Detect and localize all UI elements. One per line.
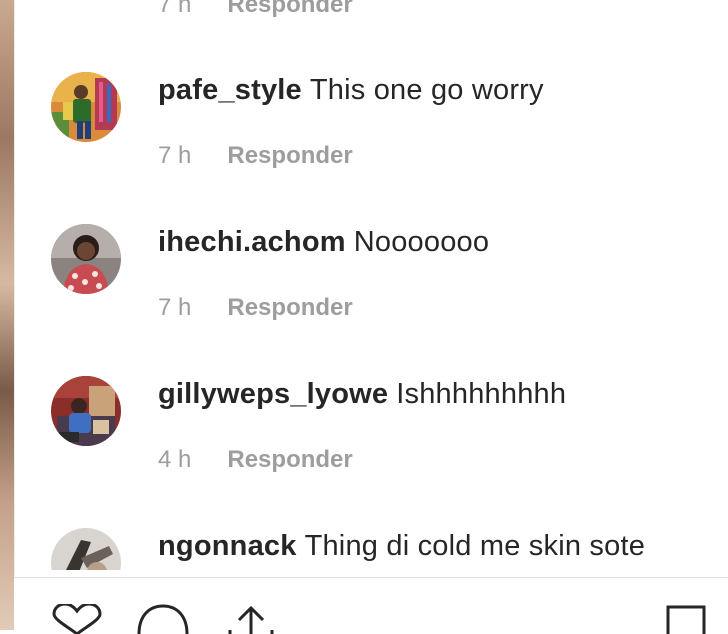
comment-text: gillyweps_lyowe Ishhhhhhhhh (158, 378, 566, 411)
post-image-edge (0, 0, 14, 630)
reply-button[interactable]: Responder (227, 142, 352, 170)
comment-time: 7 h (158, 294, 192, 321)
post-actions-bar (14, 577, 728, 634)
comment-username[interactable]: ngonnack (158, 530, 297, 562)
comment-body: Nooooooo (353, 226, 490, 258)
previous-comment-meta: 7 h Responder (158, 0, 353, 20)
reply-button[interactable]: Responder (227, 294, 352, 322)
reply-button[interactable]: Responder (227, 446, 352, 474)
comment-body: This one go worry (309, 74, 544, 106)
comment-time: 4 h (158, 446, 192, 473)
comment-item: ihechi.achom Nooooooo 7 h Responder (15, 224, 728, 344)
avatar[interactable] (51, 72, 121, 142)
comment-item: gillyweps_lyowe Ishhhhhhhhh 4 h Responder (15, 376, 728, 496)
comment-time: 7 h (158, 142, 192, 169)
comment-item: ngonnack Thing di cold me skin sote (15, 528, 728, 570)
comment-meta: 7 h Responder (158, 294, 353, 322)
comment-text: ngonnack Thing di cold me skin sote (158, 530, 645, 563)
comment-username[interactable]: gillyweps_lyowe (158, 378, 388, 410)
comment-text: pafe_style This one go worry (158, 74, 544, 107)
avatar[interactable] (51, 224, 121, 294)
avatar[interactable] (51, 528, 121, 570)
comment-meta: 7 h Responder (158, 142, 353, 170)
avatar-image (51, 72, 121, 142)
avatar-image (51, 528, 121, 570)
comment-body: Thing di cold me skin sote (304, 530, 646, 562)
avatar[interactable] (51, 376, 121, 446)
comment-item: pafe_style This one go worry 7 h Responde… (15, 72, 728, 192)
comment-meta: 4 h Responder (158, 446, 353, 474)
reply-button[interactable]: Responder (227, 0, 352, 19)
comment-time: 7 h (158, 0, 192, 18)
comment-text: ihechi.achom Nooooooo (158, 226, 489, 259)
avatar-image (51, 224, 121, 294)
comment-username[interactable]: pafe_style (158, 74, 302, 106)
comment-username[interactable]: ihechi.achom (158, 226, 346, 258)
comments-list: 7 h Responder pafe_style This one go wor… (15, 0, 728, 570)
avatar-image (51, 376, 121, 446)
comment-body: Ishhhhhhhhh (396, 378, 567, 410)
comments-panel: 7 h Responder pafe_style This one go wor… (14, 0, 728, 630)
